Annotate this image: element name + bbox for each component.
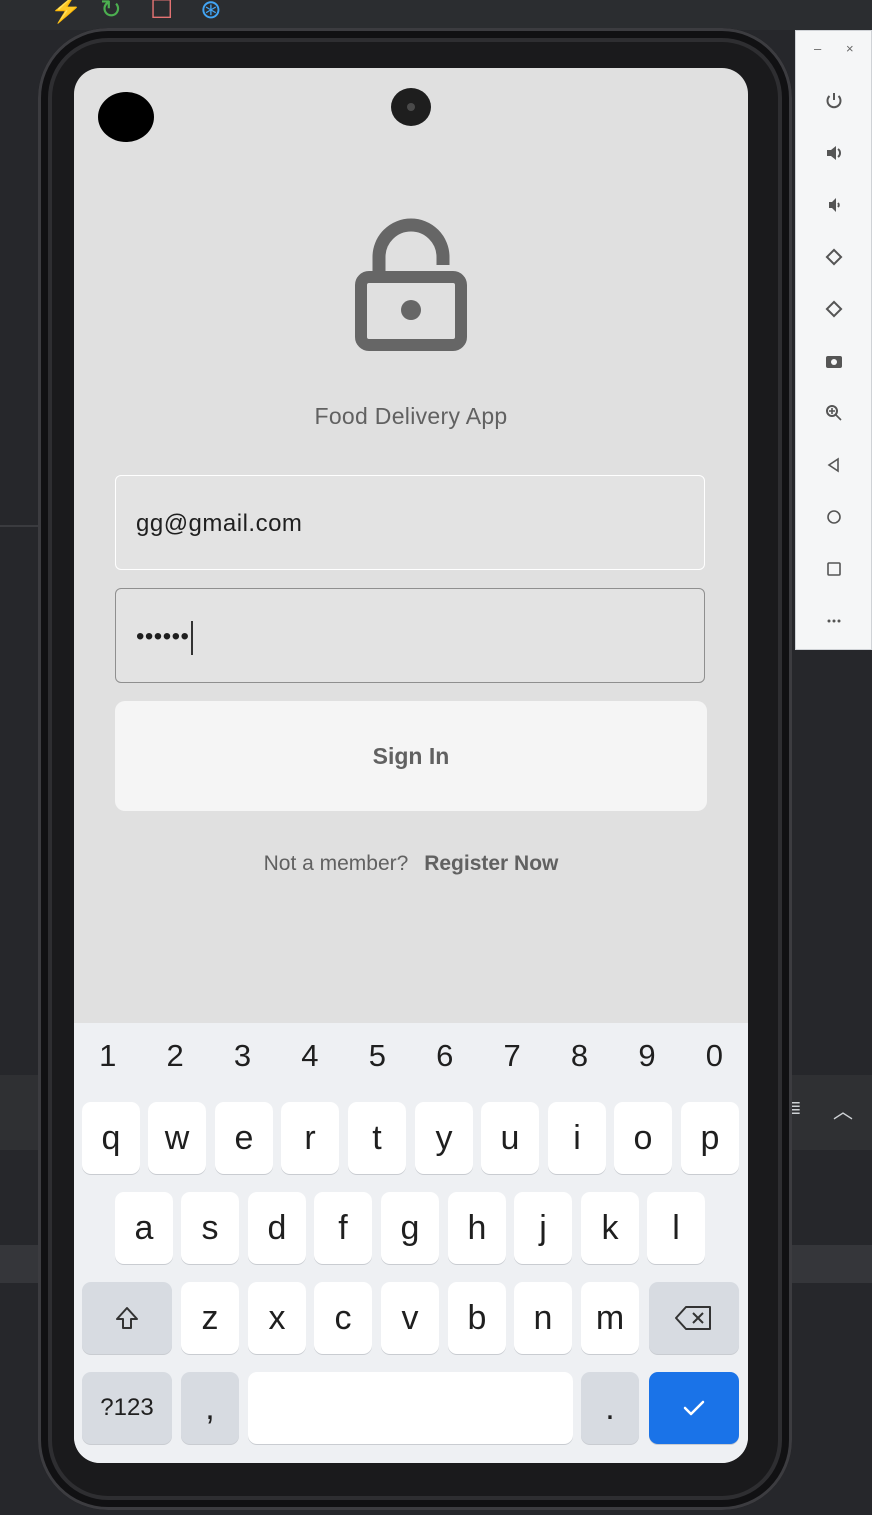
run-icon[interactable]: ⚡ — [50, 0, 82, 24]
key-letter[interactable]: y — [415, 1102, 473, 1174]
key-number[interactable]: 7 — [478, 1023, 545, 1089]
key-letter[interactable]: g — [381, 1192, 439, 1264]
done-key[interactable] — [649, 1372, 739, 1444]
key-letter[interactable]: o — [614, 1102, 672, 1174]
volume-down-button[interactable] — [796, 185, 871, 225]
ide-toolbar: ⚡ ↻ ☐ ⊛ — [0, 0, 872, 30]
key-letter[interactable]: n — [514, 1282, 572, 1354]
key-letter[interactable]: u — [481, 1102, 539, 1174]
symbols-key[interactable]: ?123 — [82, 1372, 172, 1444]
key-letter[interactable]: m — [581, 1282, 639, 1354]
more-dots-icon — [827, 619, 840, 623]
home-button[interactable] — [796, 497, 871, 537]
reload-icon[interactable]: ↻ — [100, 0, 122, 24]
soft-keyboard: 1 2 3 4 5 6 7 8 9 0 q w e r t y u i o p … — [74, 1023, 748, 1463]
comma-key[interactable]: , — [181, 1372, 239, 1444]
key-letter[interactable]: z — [181, 1282, 239, 1354]
key-number[interactable]: 4 — [276, 1023, 343, 1089]
key-letter[interactable]: i — [548, 1102, 606, 1174]
key-letter[interactable]: p — [681, 1102, 739, 1174]
volume-down-icon — [828, 198, 840, 212]
volume-up-button[interactable] — [796, 133, 871, 173]
text-cursor — [191, 620, 194, 655]
minimize-button[interactable]: – — [814, 41, 821, 56]
key-number[interactable]: 5 — [344, 1023, 411, 1089]
app-title: Food Delivery App — [314, 403, 508, 429]
lock-open-icon — [355, 218, 467, 351]
key-letter[interactable]: w — [148, 1102, 206, 1174]
more-button[interactable] — [796, 601, 871, 641]
back-triangle-icon — [827, 457, 839, 473]
key-letter[interactable]: q — [82, 1102, 140, 1174]
camera-icon — [825, 356, 842, 368]
key-letter[interactable]: s — [181, 1192, 239, 1264]
key-letter[interactable]: l — [647, 1192, 705, 1264]
key-number[interactable]: 3 — [209, 1023, 276, 1089]
key-letter[interactable]: t — [348, 1102, 406, 1174]
close-button[interactable]: × — [846, 41, 854, 56]
backspace-icon — [675, 1306, 711, 1330]
zoom-icon — [825, 405, 842, 421]
email-field[interactable]: gg@gmail.com — [115, 475, 705, 570]
emulator-side-toolbar: – × — [795, 30, 872, 650]
key-letter[interactable]: e — [215, 1102, 273, 1174]
chevron-up-icon[interactable]: ︿ — [833, 1095, 853, 1124]
stop-icon[interactable]: ☐ — [150, 0, 173, 24]
email-value: gg@gmail.com — [136, 510, 303, 537]
power-icon — [826, 93, 841, 109]
zoom-button[interactable] — [796, 393, 871, 433]
overview-button[interactable] — [796, 549, 871, 589]
rotate-right-icon — [825, 300, 842, 318]
front-camera — [391, 88, 431, 126]
key-number[interactable]: 1 — [74, 1023, 141, 1089]
shift-key[interactable] — [82, 1282, 172, 1354]
key-number[interactable]: 0 — [681, 1023, 748, 1089]
keyboard-number-row: 1 2 3 4 5 6 7 8 9 0 — [74, 1023, 748, 1089]
register-now-link[interactable]: Register Now — [424, 852, 558, 875]
key-letter[interactable]: d — [248, 1192, 306, 1264]
volume-up-icon — [826, 146, 841, 160]
ide-divider — [0, 525, 40, 527]
back-button[interactable] — [796, 445, 871, 485]
sign-in-button[interactable]: Sign In — [115, 701, 707, 811]
key-letter[interactable]: j — [514, 1192, 572, 1264]
key-letter[interactable]: x — [248, 1282, 306, 1354]
status-indicator — [98, 92, 154, 142]
password-value: •••••• — [136, 589, 194, 684]
key-letter[interactable]: c — [314, 1282, 372, 1354]
register-prompt: Not a member? — [263, 852, 409, 875]
key-letter[interactable]: h — [448, 1192, 506, 1264]
power-button[interactable] — [796, 81, 871, 121]
rotate-right-button[interactable] — [796, 289, 871, 329]
key-letter[interactable]: r — [281, 1102, 339, 1174]
key-number[interactable]: 2 — [141, 1023, 208, 1089]
rotate-left-icon — [825, 248, 842, 266]
key-letter[interactable]: f — [314, 1192, 372, 1264]
inspect-icon[interactable]: ⊛ — [200, 0, 222, 24]
shift-arrow-icon — [116, 1307, 138, 1329]
home-circle-icon — [826, 510, 841, 524]
key-number[interactable]: 9 — [613, 1023, 680, 1089]
screenshot-button[interactable] — [796, 341, 871, 381]
key-letter[interactable]: a — [115, 1192, 173, 1264]
phone-screen: Food Delivery App gg@gmail.com •••••• Si… — [74, 68, 748, 1463]
space-key[interactable] — [248, 1372, 573, 1444]
overview-square-icon — [826, 562, 841, 576]
register-row: Not a member? Register Now — [74, 852, 748, 876]
key-letter[interactable]: b — [448, 1282, 506, 1354]
key-number[interactable]: 8 — [546, 1023, 613, 1089]
checkmark-icon — [683, 1400, 705, 1416]
backspace-key[interactable] — [649, 1282, 739, 1354]
password-field[interactable]: •••••• — [115, 588, 705, 683]
key-letter[interactable]: k — [581, 1192, 639, 1264]
rotate-left-button[interactable] — [796, 237, 871, 277]
key-number[interactable]: 6 — [411, 1023, 478, 1089]
key-letter[interactable]: v — [381, 1282, 439, 1354]
period-key[interactable]: . — [581, 1372, 639, 1444]
